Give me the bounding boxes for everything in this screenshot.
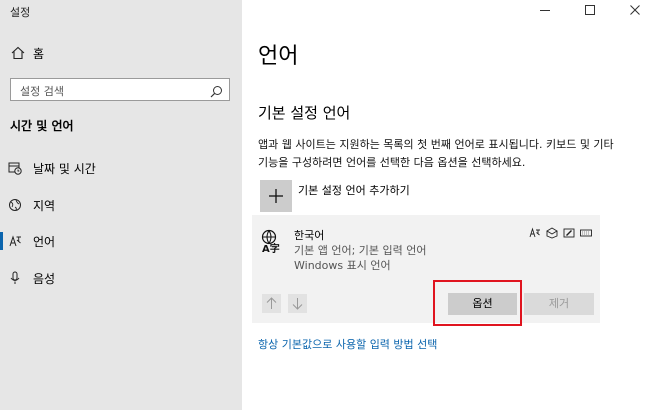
handwriting-icon xyxy=(563,224,575,238)
page-title: 언어 xyxy=(258,44,299,69)
language-pack-icon: A字 xyxy=(260,229,284,255)
globe-icon xyxy=(8,197,22,211)
sidebar-item-label: 날짜 및 시간 xyxy=(33,162,96,176)
language-name: 한국어 xyxy=(294,229,325,242)
main-content: 언어 기본 설정 언어 앱과 웹 사이트는 지원하는 목록의 첫 번째 언어로 … xyxy=(242,0,658,410)
app-title: 설정 xyxy=(10,6,31,19)
language-subtitle-display: Windows 표시 언어 xyxy=(294,259,391,272)
arrow-down-icon xyxy=(292,298,303,310)
microphone-icon xyxy=(8,270,22,284)
search-placeholder: 설정 검색 xyxy=(20,85,64,98)
sidebar-item-home[interactable]: 홈 xyxy=(0,38,242,66)
sidebar-item-region[interactable]: 지역 xyxy=(0,192,242,218)
sidebar-item-label: 지역 xyxy=(33,199,56,213)
sidebar-item-language[interactable]: 언어 xyxy=(0,228,242,254)
add-language-label[interactable]: 기본 설정 언어 추가하기 xyxy=(298,182,410,198)
plus-icon xyxy=(269,189,283,203)
keyboard-icon xyxy=(580,224,592,237)
search-icon[interactable] xyxy=(210,83,223,98)
active-indicator xyxy=(0,232,3,250)
home-label: 홈 xyxy=(33,47,45,61)
description-text: 앱과 웹 사이트는 지원하는 목록의 첫 번째 언어로 표시됩니다. 키보드 및… xyxy=(258,138,614,169)
input-method-link[interactable]: 항상 기본값으로 사용할 입력 방법 선택 xyxy=(258,336,437,352)
sidebar: 설정 홈 설정 검색 시간 및 언어 날짜 및 시간 지역 언어 음성 xyxy=(0,0,242,410)
move-down-button[interactable] xyxy=(288,294,307,313)
move-up-button[interactable] xyxy=(262,294,281,313)
sidebar-item-label: 언어 xyxy=(33,235,56,249)
sidebar-item-date-time[interactable]: 날짜 및 시간 xyxy=(0,155,242,181)
section-heading: 기본 설정 언어 xyxy=(258,104,351,122)
section-title: 시간 및 언어 xyxy=(10,119,74,133)
sidebar-item-label: 음성 xyxy=(33,272,56,286)
display-language-icon xyxy=(529,224,541,238)
search-input[interactable]: 설정 검색 xyxy=(10,78,230,101)
calendar-clock-icon xyxy=(8,160,22,175)
language-feature-icons xyxy=(529,224,592,239)
svg-text:A字: A字 xyxy=(262,242,280,253)
arrow-up-icon xyxy=(266,297,277,309)
speech-icon xyxy=(546,224,558,239)
sidebar-item-speech[interactable]: 음성 xyxy=(0,265,242,291)
highlight-box xyxy=(433,280,522,326)
language-card[interactable]: A字 한국어 기본 앱 언어; 기본 입력 언어 Windows 표시 언어 옵… xyxy=(252,215,600,323)
language-icon xyxy=(8,233,22,247)
home-icon xyxy=(11,45,25,60)
language-subtitle: 기본 앱 언어; 기본 입력 언어 xyxy=(294,244,427,257)
add-language-button[interactable] xyxy=(260,180,292,212)
remove-button[interactable]: 제거 xyxy=(524,293,594,315)
